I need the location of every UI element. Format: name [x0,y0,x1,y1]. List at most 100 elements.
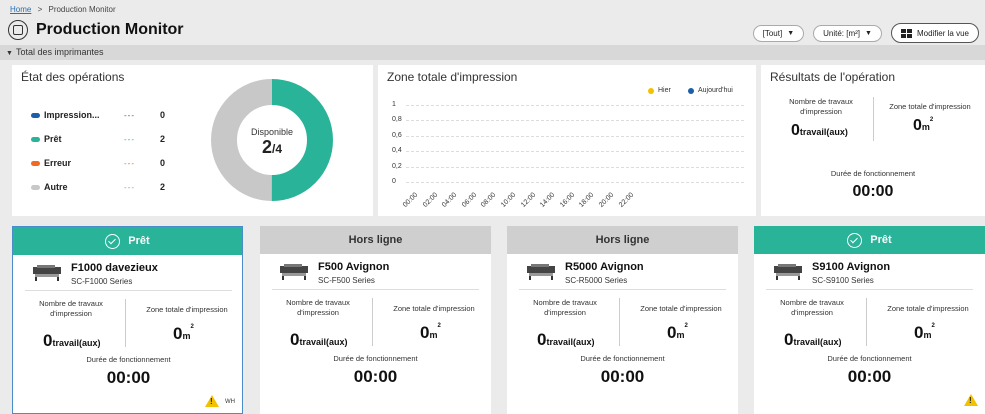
grid-icon [900,28,912,38]
printer-status-header: Hors ligne [260,226,491,254]
area-unit: m [676,330,685,340]
jobs-unit: travail(aux) [799,127,848,137]
duration-value: 00:00 [600,367,645,386]
area-label: Zone totale d'impression [146,305,228,314]
area-exp: 2 [929,117,934,123]
x-tick-label: 16:00 [558,191,577,209]
y-tick-label: 0,6 [392,131,402,139]
x-tick-label: 20:00 [598,191,616,209]
y-tick-label: 0 [392,178,396,185]
stat-divider [619,298,620,346]
breadcrumb: Home > Production Monitor [10,5,116,14]
jobs-num: 0 [791,122,800,139]
jobs-value: 0travail(aux) [290,330,348,350]
title-row: Production Monitor [8,20,184,40]
printer-model: SC-F1000 Series [71,277,133,286]
jobs-label: Nombre de travaux d'impression [286,298,350,317]
jobs-unit: travail(aux) [299,337,348,347]
page-title: Production Monitor [36,21,184,38]
area-value: 0m2 [420,323,441,343]
status-legend-row: Prêt --- 2 [31,134,165,144]
x-tick-label: 12:00 [519,191,537,209]
status-dashes: --- [124,158,135,168]
unit-dropdown[interactable]: Unité: [m²] ▼ [813,24,882,42]
status-label: Prêt [44,134,62,144]
duration-value: 00:00 [852,183,894,200]
warning-icon[interactable]: ! [205,395,219,407]
grid-line [406,135,744,137]
view-controls: [Tout] ▼ Unité: [m²] ▼ Modifier la vue [744,23,979,43]
printer-name: R5000 Avignon [565,261,644,273]
breadcrumb-home-link[interactable]: Home [10,5,31,14]
jobs-label: Nombre de travaux d'impression [39,299,103,318]
printer-name: S9100 Avignon [812,261,891,273]
printer-icon [527,264,555,280]
chevron-down-icon: ▼ [787,29,795,37]
area-unit: m [182,331,191,341]
stat-divider [125,299,126,347]
printer-status: Hors ligne [348,234,403,246]
printer-card[interactable]: Prêt S9100 Avignon SC-S9100 Series Nombre d… [754,226,985,414]
grid-line [406,166,744,168]
area-unit: m [429,330,438,340]
status-color-icon [31,160,40,166]
jobs-value: 0travail(aux) [43,331,101,351]
status-color-icon [31,136,40,142]
grid-line [406,151,744,153]
x-tick-label: 18:00 [578,191,596,209]
jobs-label: Nombre de travaux d'impression [789,97,853,116]
donut-num: 2 [261,137,272,157]
status-label: Autre [44,182,68,192]
duration-label: Durée de fonctionnement [333,354,418,363]
printer-name: F1000 davezieux [71,262,158,274]
x-tick-label: 14:00 [539,191,557,209]
modify-view-button[interactable]: Modifier la vue [890,23,979,43]
printer-icon [280,264,308,280]
filter-dropdown-label: [Tout] [762,28,783,38]
unit-dropdown-label: Unité: [m²] [823,28,861,38]
printer-status-header: Hors ligne [507,226,738,254]
warning-icon[interactable]: ! [964,394,978,406]
printer-card[interactable]: Hors ligne F500 Avignon SC-F500 Series Nomb… [260,226,491,414]
x-tick-label: 02:00 [421,191,439,209]
status-color-icon [31,112,40,118]
status-dashes: --- [124,110,135,120]
warning-mark: ! [210,397,213,406]
printer-card[interactable]: Hors ligne R5000 Avignon SC-R5000 Series No… [507,226,738,414]
status-label: Impression... [44,110,100,120]
area-unit: m [923,330,932,340]
status-color-icon [31,184,40,190]
section-toggle-total-printers[interactable]: ▼ Total des imprimantes [0,45,985,60]
printer-status: Prêt [870,234,892,246]
printer-icon [774,264,802,280]
printer-card[interactable]: Prêt F1000 davezieux SC-F1000 Series Nombre… [12,226,243,414]
print-area-chart-card: Zone totale d'impression Hier Aujourd'hu… [378,65,756,216]
legend-item-today: Aujourd'hui [688,87,733,94]
jobs-label: Nombre de travaux d'impression [780,298,844,317]
jobs-unit: travail(aux) [793,337,842,347]
legend-dot-today [688,87,694,94]
divider [766,289,973,290]
legend-dot-yesterday [648,87,654,94]
operation-results-card: Résultats de l'opération Nombre de trava… [761,65,985,216]
grid-line [406,182,744,183]
legend-label-yesterday: Hier [658,87,671,94]
printer-status: Hors ligne [595,234,650,246]
status-count: 0 [160,158,166,168]
area-label: Zone totale d'impression [640,304,722,313]
x-tick-label: 06:00 [460,191,479,209]
duration-label: Durée de fonctionnement [86,355,171,364]
status-count: 2 [160,182,166,192]
printer-status-header: Prêt [13,227,242,255]
check-circle-icon [105,233,121,249]
production-monitor-icon [8,20,28,40]
filter-dropdown[interactable]: [Tout] ▼ [752,24,805,42]
printer-status: Prêt [128,235,150,247]
page-header: Home > Production Monitor Production Mon… [0,0,985,44]
card-title: Résultats de l'opération [770,70,896,84]
stat-divider [873,97,874,141]
stat-divider [372,298,373,346]
divider [25,290,232,291]
stat-divider [866,298,867,346]
duration-label: Durée de fonctionnement [827,354,912,363]
